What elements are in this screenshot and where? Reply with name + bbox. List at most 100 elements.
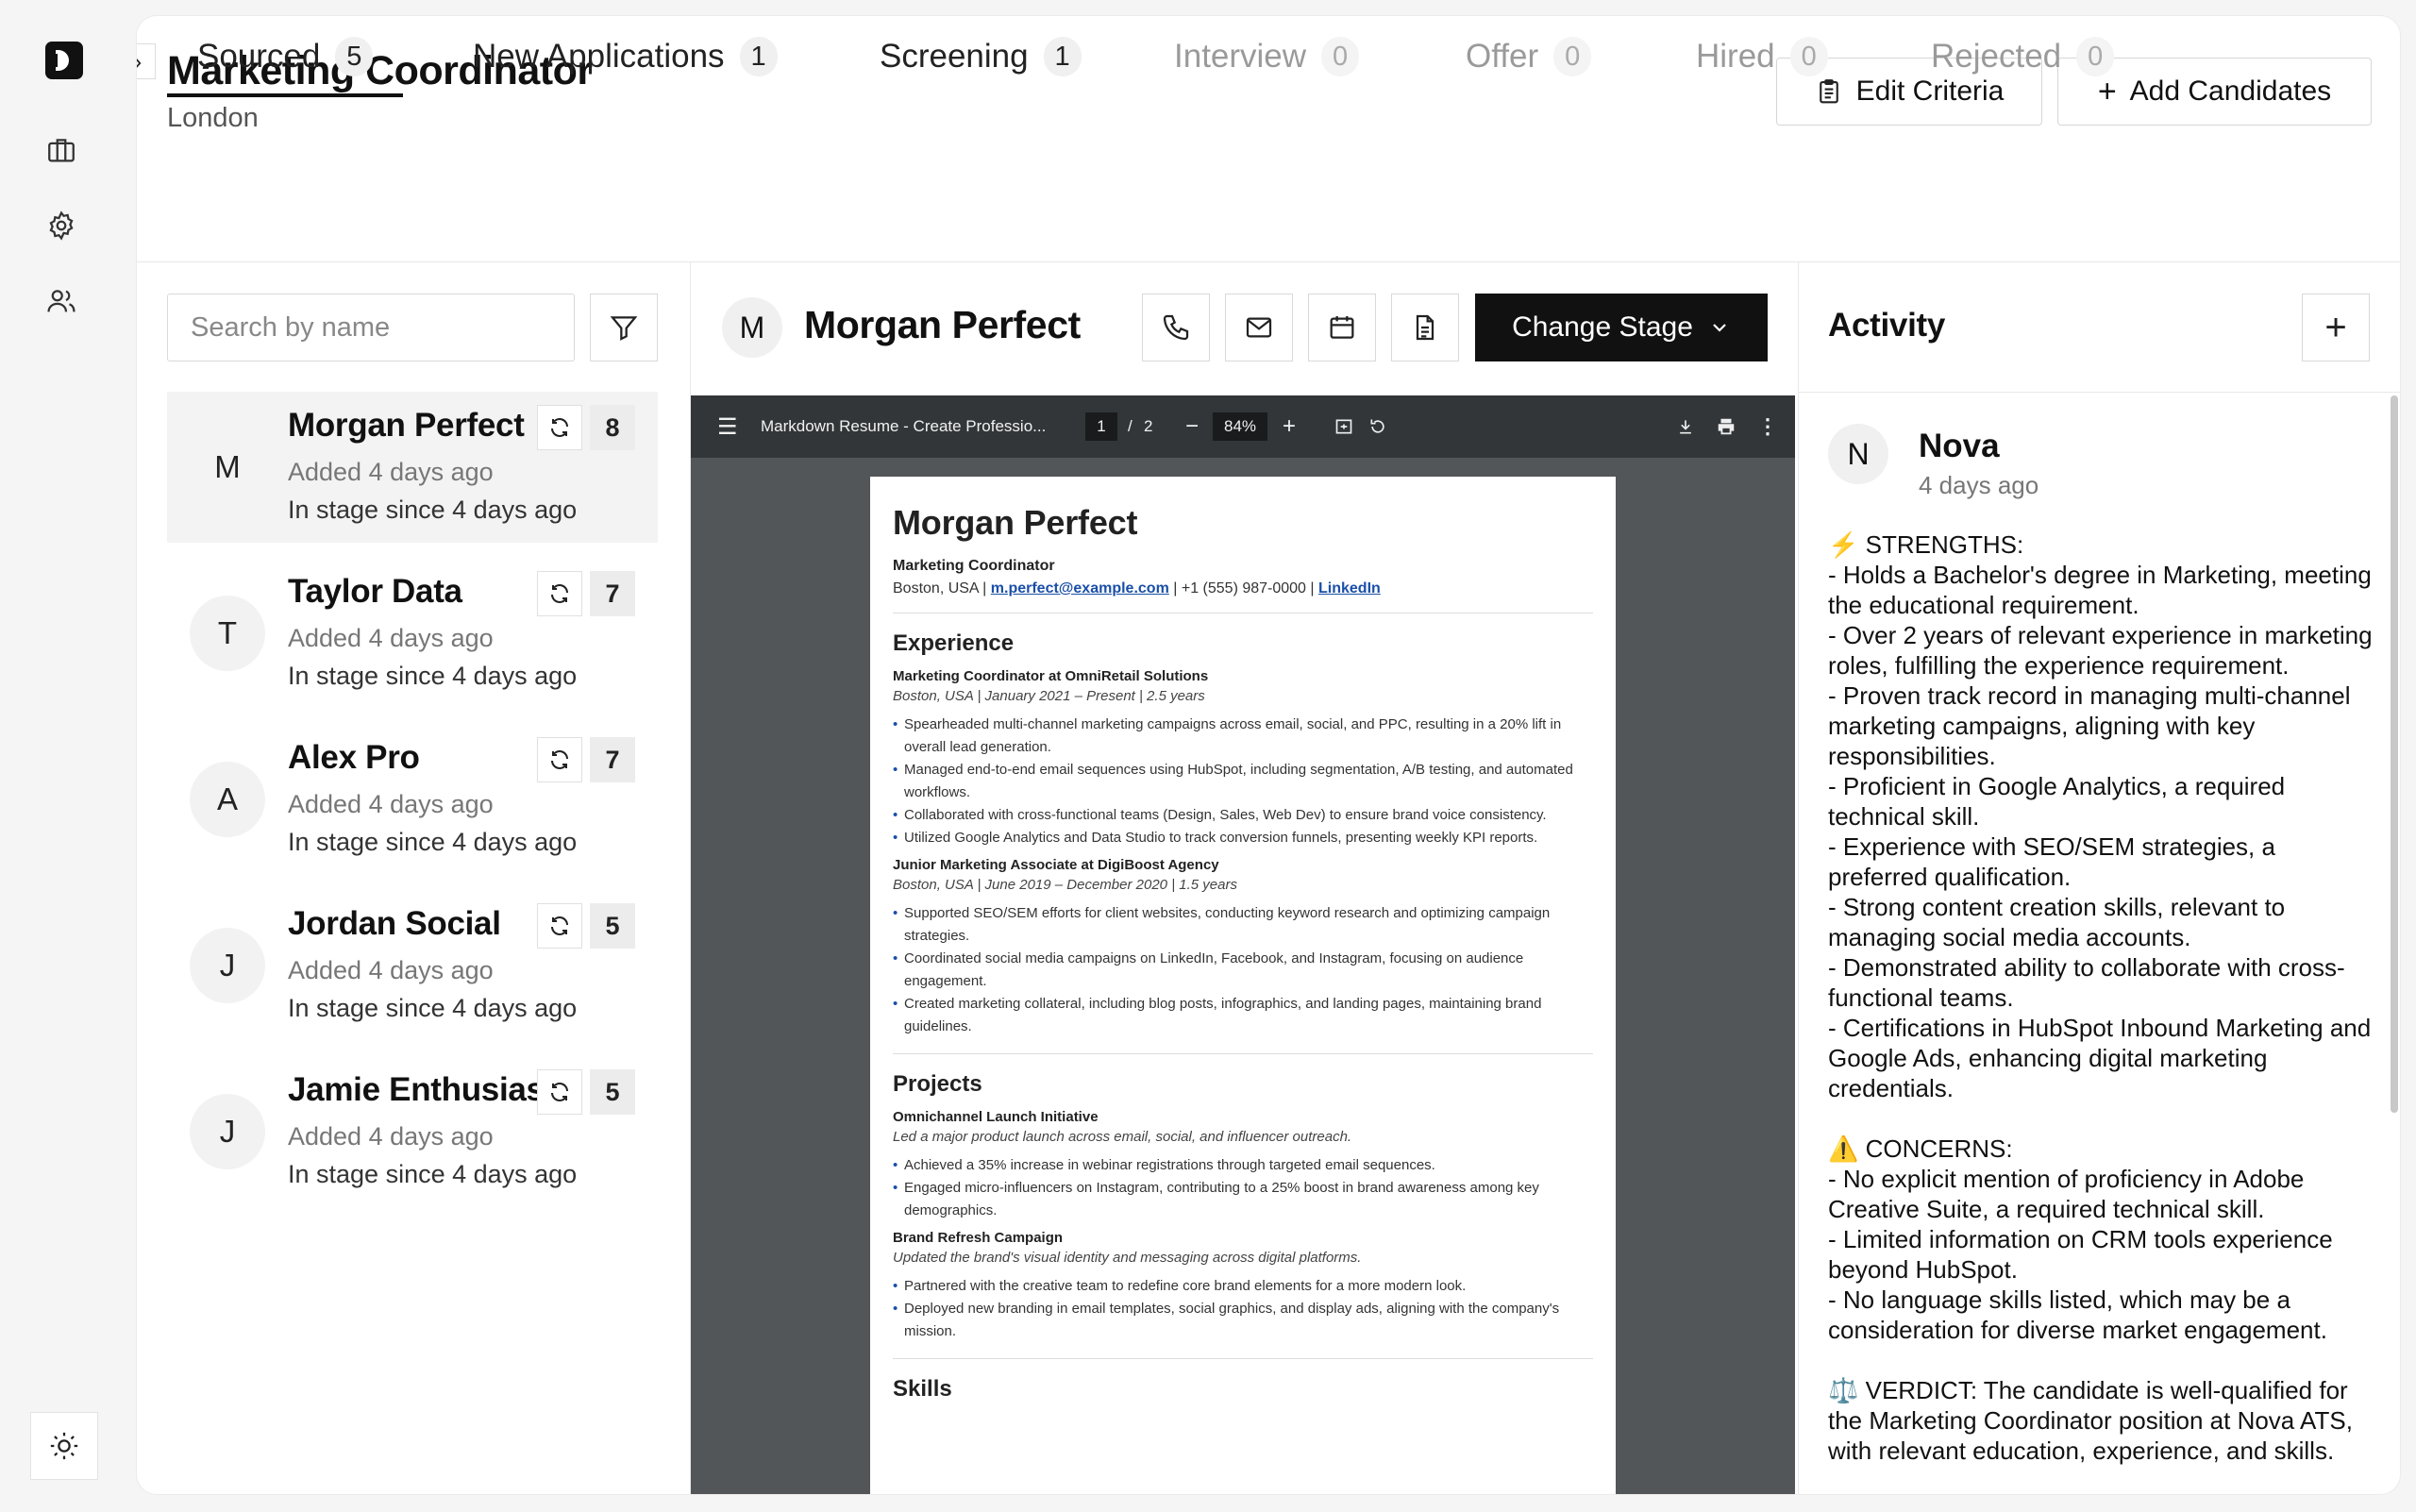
score-badge: 5 — [590, 1069, 635, 1115]
activity-author: Nova — [1919, 428, 2000, 464]
tab-offer[interactable]: Offer 0 — [1466, 16, 1592, 97]
resume-bullet: Partnered with the creative team to rede… — [893, 1275, 1593, 1298]
resume-name: Morgan Perfect — [893, 503, 1138, 542]
nav-rail — [0, 0, 128, 1512]
tab-count: 1 — [1043, 37, 1082, 76]
tab-rejected[interactable]: Rejected 0 — [1931, 16, 2115, 97]
divider — [137, 261, 2400, 262]
tab-screening[interactable]: Screening 1 — [880, 16, 1082, 97]
email-button[interactable] — [1225, 294, 1293, 361]
resume-phone: | +1 (555) 987-0000 | — [1173, 580, 1315, 596]
menu-icon[interactable]: ☰ — [717, 395, 738, 458]
divider — [893, 1358, 1593, 1359]
activity-title: Activity — [1828, 307, 1946, 344]
refresh-icon — [551, 1083, 568, 1101]
tab-count: 1 — [739, 37, 778, 76]
candidate-name: Taylor Data — [288, 573, 462, 610]
refresh-icon — [551, 584, 568, 603]
resume-page: Morgan Perfect Marketing Coordinator Bos… — [870, 477, 1616, 1494]
pdf-toolbar: ☰ Markdown Resume - Create Professio... … — [691, 395, 1795, 458]
more-icon[interactable]: ⋮ — [1757, 395, 1778, 458]
resume-pdf-viewer: ☰ Markdown Resume - Create Professio... … — [691, 395, 1795, 1494]
resume-role: Marketing Coordinator — [893, 558, 1055, 574]
chevron-down-icon — [1713, 324, 1726, 332]
resume-bullet: Collaborated with cross-functional teams… — [893, 804, 1593, 827]
candidate-card-alex-pro[interactable]: A Alex Pro Added 4 days ago In stage sin… — [167, 724, 658, 875]
candidate-card-jordan-social[interactable]: J Jordan Social Added 4 days ago In stag… — [167, 890, 658, 1041]
zoom-in-icon[interactable]: + — [1283, 395, 1296, 458]
avatar: J — [190, 928, 265, 1003]
schedule-button[interactable] — [1308, 294, 1376, 361]
calendar-icon — [1330, 316, 1354, 339]
rescore-button[interactable] — [537, 571, 582, 616]
resume-bullet: Engaged micro-influencers on Instagram, … — [893, 1177, 1593, 1222]
filter-icon — [610, 316, 638, 341]
tab-new-applications[interactable]: New Applications 1 — [473, 16, 778, 97]
tab-count: 0 — [1321, 37, 1360, 76]
divider — [893, 1053, 1593, 1054]
candidate-added: Added 4 days ago — [288, 624, 494, 652]
resume-bullet: Created marketing collateral, including … — [893, 993, 1593, 1038]
zoom-out-icon[interactable]: − — [1185, 395, 1199, 458]
resume-button[interactable] — [1391, 294, 1459, 361]
rescore-button[interactable] — [537, 737, 582, 782]
refresh-icon — [551, 916, 568, 935]
tab-sourced[interactable]: Sourced 5 — [167, 16, 404, 97]
app-logo[interactable] — [45, 42, 83, 79]
candidate-added: Added 4 days ago — [288, 790, 494, 818]
briefcase-icon[interactable] — [45, 134, 77, 166]
resume-bullet: Deployed new branding in email templates… — [893, 1298, 1593, 1343]
sun-icon — [50, 1432, 78, 1460]
resume-email-link[interactable]: m.perfect@example.com — [991, 580, 1169, 596]
resume-job-meta: Boston, USA | January 2021 – Present | 2… — [893, 688, 1205, 704]
rescore-button[interactable] — [537, 405, 582, 450]
fit-page-icon[interactable] — [1334, 395, 1353, 458]
theme-toggle-button[interactable] — [30, 1412, 98, 1480]
chevron-right-icon: › — [137, 47, 142, 76]
candidate-card-taylor-data[interactable]: T Taylor Data Added 4 days ago In stage … — [167, 558, 658, 709]
candidate-card-morgan-perfect[interactable]: M Morgan Perfect Added 4 days ago In sta… — [167, 392, 658, 543]
candidate-name: Morgan Perfect — [288, 407, 525, 444]
search-input[interactable]: Search by name — [167, 294, 575, 361]
tab-label: Offer — [1466, 38, 1539, 75]
tab-label: Sourced — [197, 38, 321, 75]
main-panel: › Marketing Coordinator London Edit Crit… — [136, 15, 2401, 1495]
tab-interview[interactable]: Interview 0 — [1174, 16, 1360, 97]
job-location: London — [167, 103, 259, 133]
tab-hired[interactable]: Hired 0 — [1696, 16, 1828, 97]
resume-linkedin-link[interactable]: LinkedIn — [1318, 580, 1381, 596]
pdf-page-count: 2 — [1144, 417, 1153, 435]
print-icon[interactable] — [1716, 395, 1736, 458]
mail-icon — [1246, 317, 1272, 338]
resume-bullet: Coordinated social media campaigns on Li… — [893, 948, 1593, 993]
call-button[interactable] — [1142, 294, 1210, 361]
pdf-zoom[interactable]: 84% — [1213, 412, 1267, 441]
tab-label: New Applications — [473, 38, 725, 75]
rescore-button[interactable] — [537, 903, 582, 949]
candidate-added: Added 4 days ago — [288, 956, 494, 984]
tab-count: 0 — [1553, 37, 1592, 76]
rotate-icon[interactable] — [1368, 395, 1387, 458]
expand-sidebar-button[interactable]: › — [137, 43, 156, 79]
filter-button[interactable] — [590, 294, 658, 361]
pdf-page-input[interactable]: 1 — [1085, 412, 1117, 441]
pdf-page-separator: / — [1128, 417, 1132, 435]
candidate-name: Jamie Enthusiast — [288, 1071, 556, 1108]
candidate-stage-time: In stage since 4 days ago — [288, 828, 578, 856]
download-icon[interactable] — [1676, 395, 1695, 458]
rescore-button[interactable] — [537, 1069, 582, 1115]
users-icon[interactable] — [45, 285, 77, 317]
activity-scrollbar[interactable] — [2391, 395, 2398, 1113]
candidate-stage-time: In stage since 4 days ago — [288, 994, 578, 1022]
add-activity-button[interactable]: + — [2302, 294, 2370, 361]
resume-job-title: Marketing Coordinator at OmniRetail Solu… — [893, 668, 1209, 684]
candidate-stage-time: In stage since 4 days ago — [288, 496, 578, 524]
candidate-card-jamie-enthusiast[interactable]: J Jamie Enthusiast Added 4 days ago In s… — [167, 1056, 658, 1207]
resume-section-heading: Skills — [893, 1376, 952, 1402]
gear-icon[interactable] — [45, 210, 77, 242]
score-badge: 7 — [590, 571, 635, 616]
tab-label: Interview — [1174, 38, 1307, 75]
divider — [1798, 262, 1799, 1494]
change-stage-button[interactable]: Change Stage — [1475, 294, 1768, 361]
tab-count: 0 — [1789, 37, 1828, 76]
